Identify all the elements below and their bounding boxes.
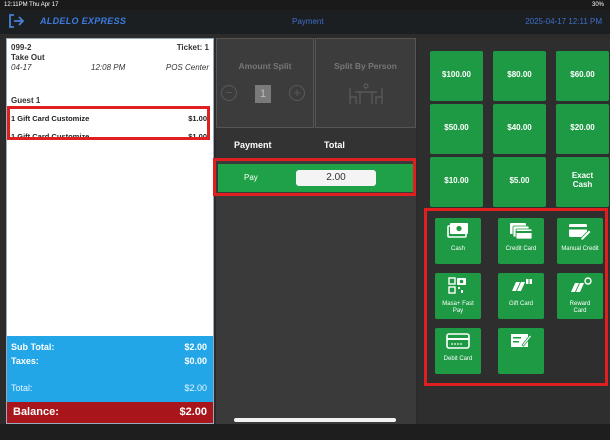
guest-label[interactable]: Guest 1: [11, 96, 40, 105]
ticket-panel: 099-2 Ticket: 1 Take Out 04-17 12:08 PM …: [6, 38, 214, 424]
balance-label: Balance:: [13, 406, 59, 418]
payment-header: Payment Total: [216, 128, 416, 158]
amount-10-button[interactable]: $10.00: [430, 157, 483, 207]
taxes-label: Taxes:: [11, 356, 39, 366]
split-by-person-button[interactable]: Split By Person: [315, 38, 416, 128]
ticket-label: Ticket: 1: [176, 43, 209, 52]
taxes-row: Taxes: $0.00: [11, 356, 207, 368]
exact-cash-button[interactable]: Exact Cash: [556, 157, 609, 207]
subtotal-value: $2.00: [184, 342, 207, 352]
totals-section: Sub Total: $2.00 Taxes: $0.00 Total: $2.…: [7, 336, 213, 404]
amount-80-button[interactable]: $80.00: [493, 51, 546, 101]
plus-icon[interactable]: +: [289, 85, 305, 101]
payment-panel: Amount Split − 1 + Split By Person Payme…: [216, 38, 416, 424]
taxes-value: $0.00: [184, 356, 207, 366]
total-value: $2.00: [184, 383, 207, 393]
pay-highlight: [213, 158, 416, 196]
subtotal-row: Sub Total: $2.00: [11, 342, 207, 354]
minus-icon[interactable]: −: [221, 85, 237, 101]
subtotal-label: Sub Total:: [11, 342, 55, 352]
page-title: Payment: [292, 17, 324, 26]
exit-icon[interactable]: [8, 14, 26, 30]
order-number: 099-2: [11, 43, 32, 52]
battery-indicator: 30%: [591, 2, 604, 8]
split-by-person-label: Split By Person: [334, 61, 397, 71]
balance-value: $2.00: [179, 406, 207, 418]
amount-5-button[interactable]: $5.00: [493, 157, 546, 207]
total-label: Total:: [11, 383, 33, 393]
brand-logo: ALDELO EXPRESS: [40, 16, 127, 26]
home-indicator[interactable]: [234, 418, 396, 422]
amount-50-button[interactable]: $50.00: [430, 104, 483, 154]
col-payment: Payment: [234, 140, 272, 150]
amount-40-button[interactable]: $40.00: [493, 104, 546, 154]
amount-60-button[interactable]: $60.00: [556, 51, 609, 101]
top-bar: ALDELO EXPRESS Payment 2025-04-17 12:11 …: [0, 10, 610, 34]
balance-bar: Balance: $2.00: [7, 402, 213, 423]
datetime: 2025-04-17 12:11 PM: [525, 17, 602, 26]
col-total: Total: [324, 140, 345, 150]
total-row: Total: $2.00: [11, 383, 207, 395]
items-highlight: [7, 106, 210, 140]
amount-split-section[interactable]: Amount Split − 1 +: [216, 38, 314, 128]
station-name: POS Center: [165, 63, 209, 72]
status-time: 12:11PM Thu Apr 17: [4, 2, 59, 8]
amount-split-label: Amount Split: [238, 61, 292, 71]
order-time: 12:08 PM: [91, 63, 126, 72]
order-type: Take Out: [11, 53, 45, 62]
amount-100-button[interactable]: $100.00: [430, 51, 483, 101]
payment-methods-highlight: [424, 208, 608, 386]
amount-20-button[interactable]: $20.00: [556, 104, 609, 154]
status-bar: 12:11PM Thu Apr 17 30%: [0, 0, 610, 10]
order-date: 04-17: [11, 63, 32, 72]
split-count: 1: [255, 85, 271, 103]
footer-bar: [0, 424, 610, 440]
table-chairs-icon: [348, 83, 384, 110]
